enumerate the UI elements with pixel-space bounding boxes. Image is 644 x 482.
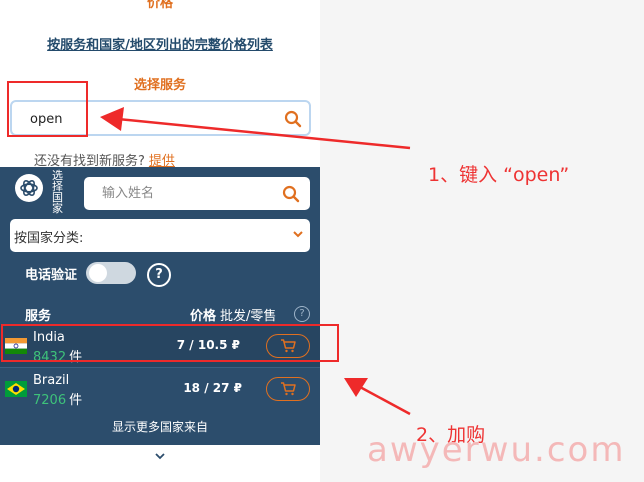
- help-icon[interactable]: ?: [147, 263, 171, 287]
- count-unit: 件: [69, 393, 83, 408]
- search-icon[interactable]: [282, 185, 300, 203]
- country-search-input[interactable]: [102, 184, 272, 202]
- country-row-brazil[interactable]: Brazil 7206 件 18 / 27 ₽: [0, 368, 320, 410]
- left-panel: 价格 按服务和国家/地区列出的完整价格列表 选择服务 还没有找到新服务?提供 选…: [0, 0, 320, 482]
- add-to-cart-button[interactable]: [266, 377, 310, 401]
- openai-logo-icon: [15, 174, 43, 202]
- price-list-link[interactable]: 按服务和国家/地区列出的完整价格列表: [0, 34, 320, 53]
- chevron-down-icon[interactable]: [154, 450, 166, 462]
- annotation-box-india-row: [1, 324, 339, 362]
- annotation-box-search: [7, 81, 88, 137]
- brazil-flag-icon: [5, 381, 27, 397]
- annotation-step1: 1、键入 “open”: [428, 164, 570, 186]
- toggle-knob: [89, 264, 107, 282]
- watermark: awyerwu.com: [367, 430, 626, 470]
- count-number: 7206: [33, 393, 67, 408]
- show-more-countries-link[interactable]: 显示更多国家来自: [0, 418, 320, 435]
- country-price: 18 / 27 ₽: [183, 381, 242, 395]
- sort-by-country-select[interactable]: 按国家分类:: [10, 219, 310, 252]
- cart-icon: [281, 382, 296, 396]
- country-search-box[interactable]: [84, 177, 310, 210]
- column-header-price: 价格 批发/零售: [190, 305, 276, 324]
- country-count: 7206 件: [33, 389, 82, 408]
- chevron-down-icon: [292, 228, 304, 240]
- select-country-label: 选择国家: [52, 169, 63, 215]
- price-label: 价格: [190, 309, 217, 324]
- phone-verify-label: 电话验证: [25, 268, 78, 283]
- sort-label: 按国家分类:: [14, 231, 84, 246]
- country-name: Brazil: [33, 373, 70, 388]
- search-icon[interactable]: [284, 110, 302, 128]
- price-sub-label: 批发/零售: [220, 309, 277, 324]
- phone-verify-toggle[interactable]: [86, 262, 136, 284]
- column-header-service: 服务: [25, 309, 52, 324]
- price-help-icon[interactable]: ?: [294, 306, 310, 322]
- top-cut-text: 价格: [146, 0, 173, 11]
